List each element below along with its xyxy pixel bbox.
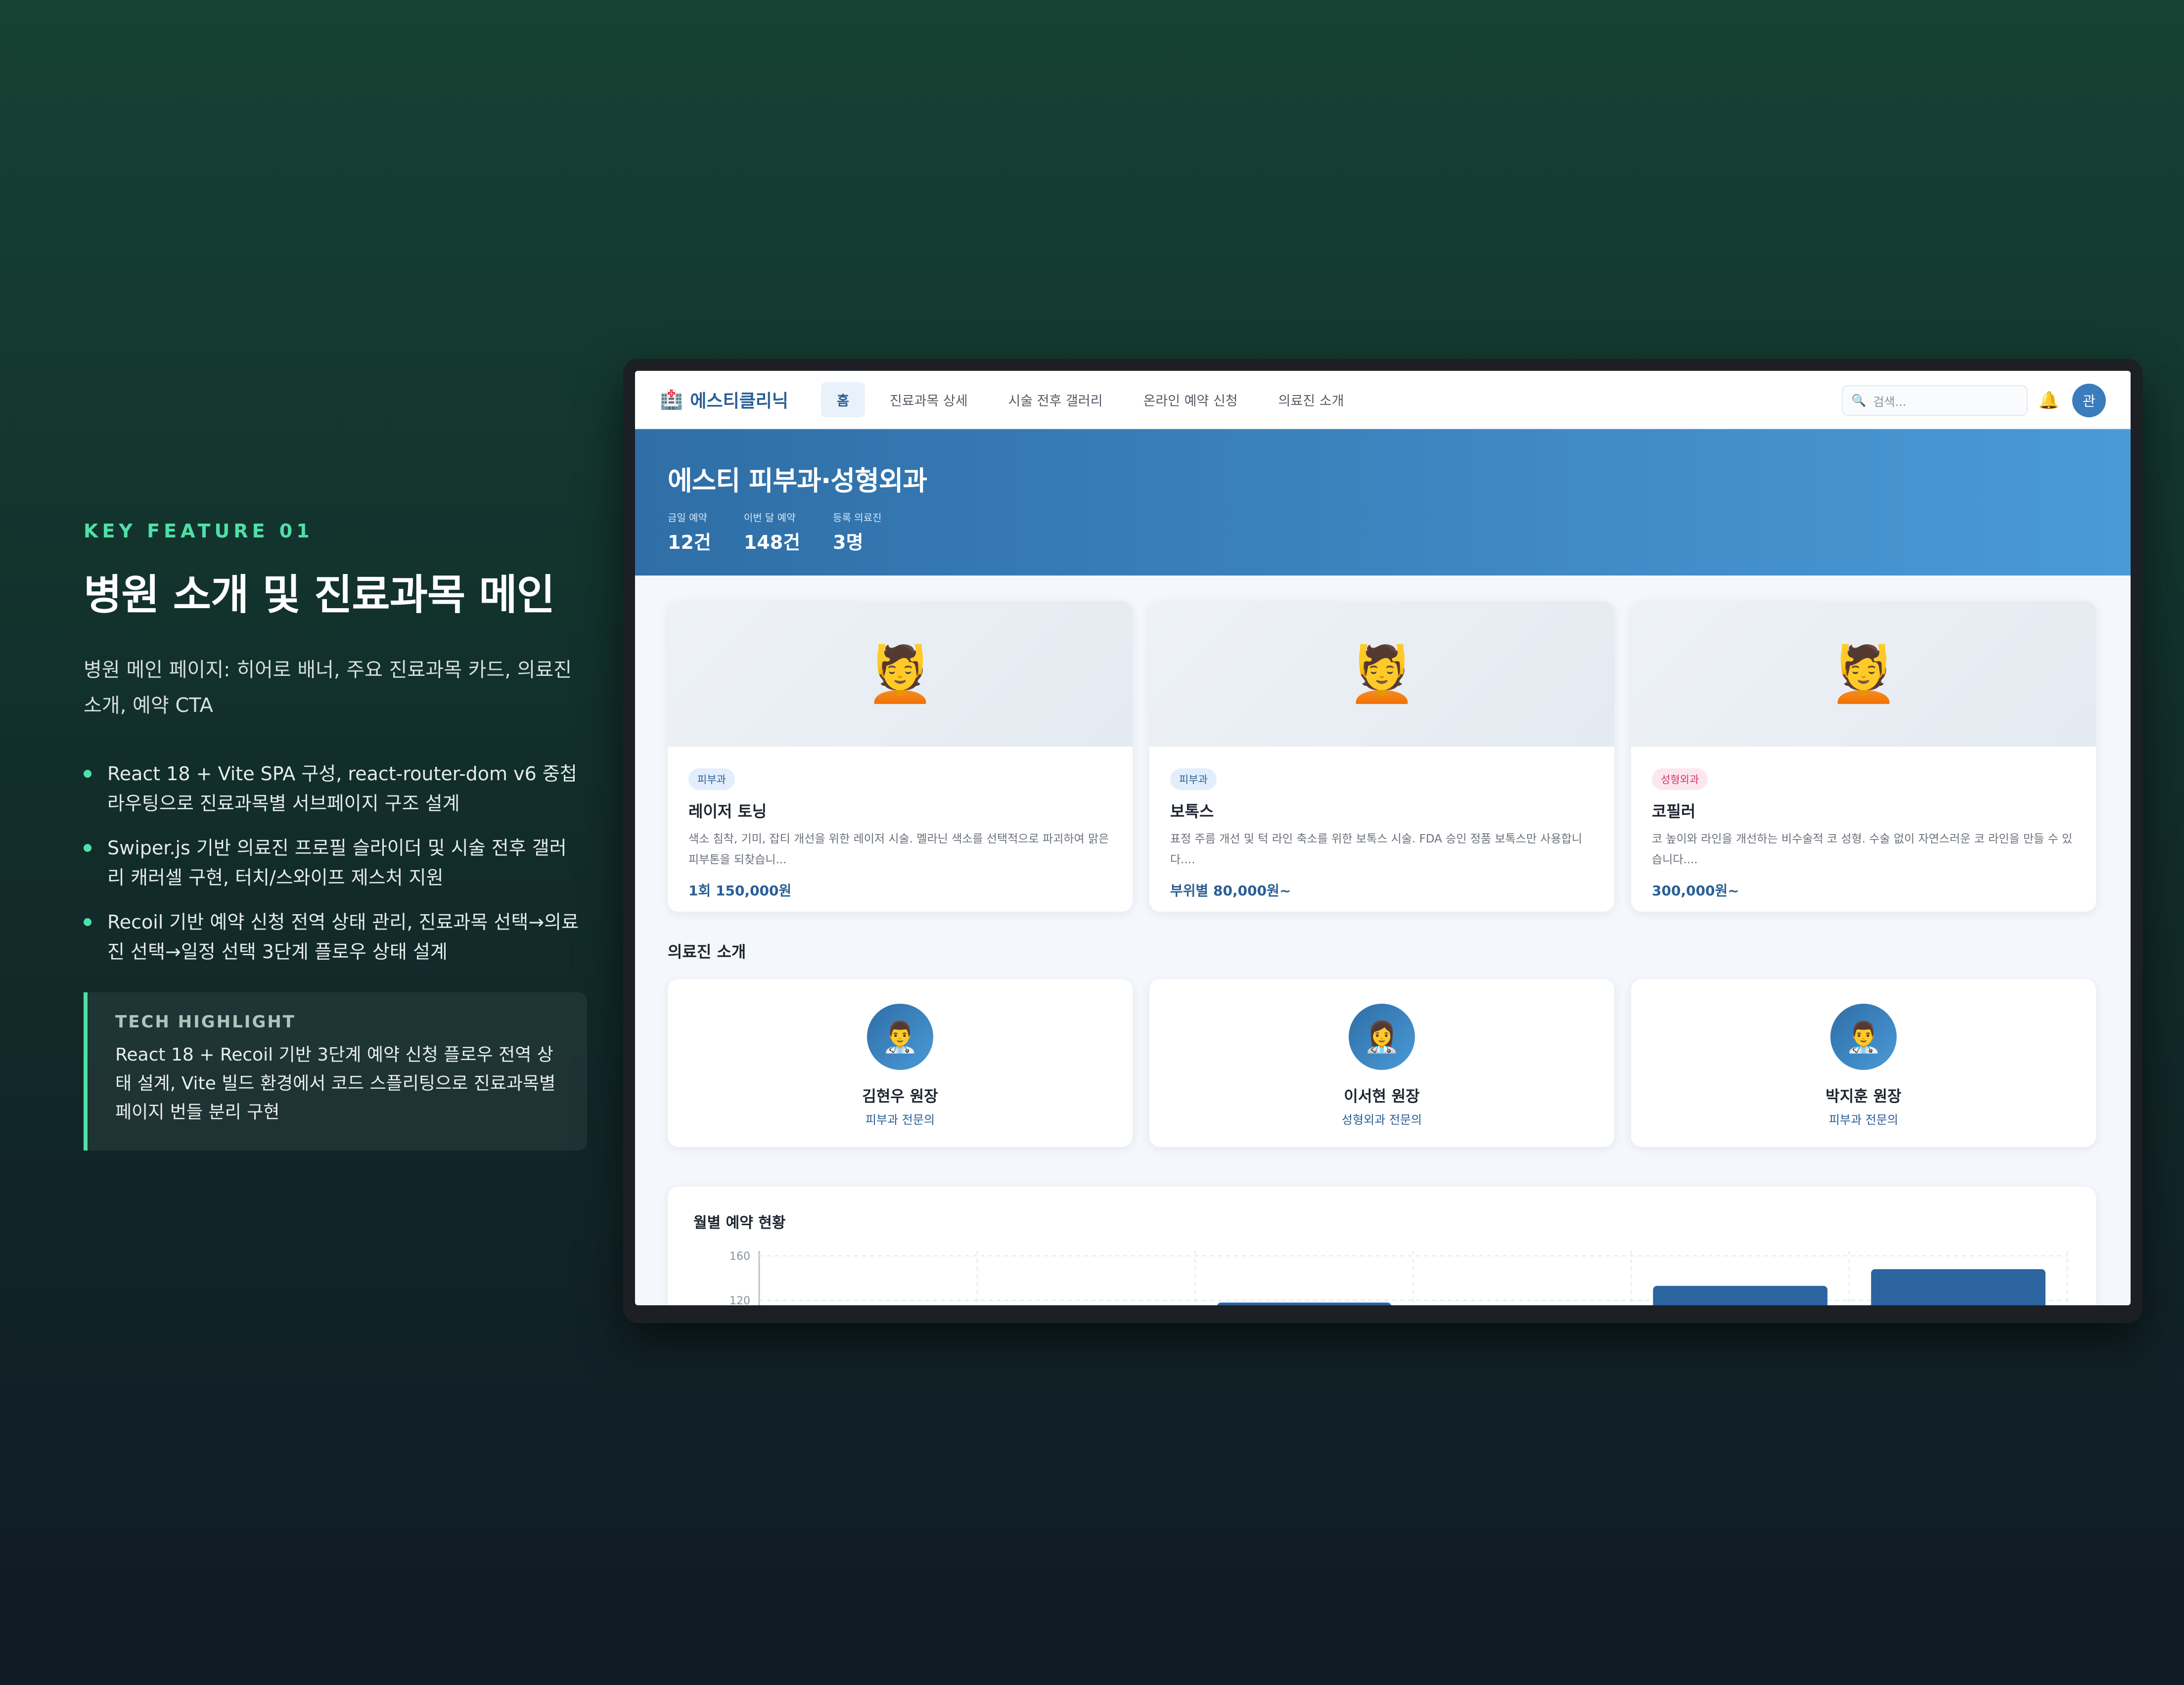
monthly-booking-chart: 월별 예약 현황 120 160 (668, 1187, 2096, 1305)
feature-kicker: KEY FEATURE 01 (84, 520, 314, 542)
bullet-dot-icon (84, 844, 91, 852)
doctor-role: 피부과 전문의 (865, 1113, 935, 1127)
stat-label: 이번 달 예약 (743, 512, 796, 524)
chart-bar (1217, 1302, 1392, 1305)
service-price: 1회 150,000원 (688, 883, 792, 899)
stat-today: 금일 예약 12건 (668, 510, 711, 554)
nav-actions: 🔍 검색... 🔔 관 (1841, 384, 2106, 417)
stat-value: 12건 (668, 532, 711, 553)
doctor-man-icon: 👨‍⚕️ (1830, 1004, 1897, 1070)
laptop-frame: 🏥 에스티클리닉 홈 진료과목 상세 시술 전후 갤러리 온라인 예약 신청 의… (623, 359, 2142, 1323)
card-body: 피부과 레이저 토닝 색소 침착, 기미, 잡티 개선을 위한 레이저 시술. … (668, 747, 1133, 900)
feature-bullet-list: React 18 + Vite SPA 구성, react-router-dom… (84, 759, 588, 967)
stat-month: 이번 달 예약 148건 (744, 510, 800, 554)
chart-bar (1871, 1269, 2046, 1305)
bell-icon[interactable]: 🔔 (2039, 391, 2059, 410)
doctor-man-icon: 👨‍⚕️ (867, 1004, 933, 1070)
y-tick-label: 120 (729, 1295, 750, 1305)
chart-bar (1653, 1286, 1828, 1305)
doctor-role: 성형외과 전문의 (1341, 1113, 1422, 1127)
search-input[interactable]: 🔍 검색... (1841, 385, 2028, 416)
feature-headline: 병원 소개 및 진료과목 메인 (84, 571, 555, 619)
menu-item-doctors[interactable]: 의료진 소개 (1263, 382, 1360, 417)
menu-item-booking[interactable]: 온라인 예약 신청 (1128, 382, 1254, 417)
service-title: 레이저 토닝 (688, 802, 767, 821)
service-price: 300,000원~ (1652, 883, 1739, 899)
face-massage-icon: 💆 (1149, 601, 1614, 747)
hero-banner: 에스티 피부과·성형외과 금일 예약 12건 이번 달 예약 148건 등록 의… (635, 429, 2131, 576)
tech-highlight-box: TECH HIGHLIGHT React 18 + Recoil 기반 3단계 … (84, 992, 587, 1151)
feature-bullet: Recoil 기반 예약 신청 전역 상태 관리, 진료과목 선택→의료진 선택… (84, 907, 583, 967)
service-price: 부위별 80,000원~ (1170, 883, 1291, 899)
feature-panel: KEY FEATURE 01 병원 소개 및 진료과목 메인 병원 메인 페이지… (84, 520, 588, 1151)
doctor-card-list: 👨‍⚕️ 김현우 원장 피부과 전문의 👩‍⚕️ 이서현 원장 성형외과 전문의… (635, 962, 2131, 1147)
brand-name: 에스티클리닉 (690, 391, 789, 411)
search-placeholder: 검색... (1873, 395, 1907, 409)
feature-bullet-text: Swiper.js 기반 의료진 프로필 슬라이더 및 시술 전후 갤러리 캐러… (107, 837, 567, 888)
feature-bullet: React 18 + Vite SPA 구성, react-router-dom… (84, 759, 583, 818)
department-tag: 성형외과 (1652, 768, 1708, 790)
stat-label: 금일 예약 (668, 512, 707, 524)
doctor-name: 이서현 원장 (1344, 1088, 1420, 1106)
face-massage-icon: 💆 (1631, 601, 2096, 747)
bullet-dot-icon (84, 918, 91, 926)
doctor-name: 김현우 원장 (862, 1088, 938, 1106)
tech-highlight-body: React 18 + Recoil 기반 3단계 예약 신청 플로우 전역 상태… (115, 1045, 556, 1122)
app-screen: 🏥 에스티클리닉 홈 진료과목 상세 시술 전후 갤러리 온라인 예약 신청 의… (635, 371, 2131, 1305)
menu-item-departments[interactable]: 진료과목 상세 (874, 382, 984, 417)
feature-bullet-text: Recoil 기반 예약 신청 전역 상태 관리, 진료과목 선택→의료진 선택… (107, 911, 579, 963)
hospital-icon: 🏥 (660, 388, 683, 410)
service-title: 보톡스 (1170, 802, 1214, 821)
service-card-nose-filler[interactable]: 💆 성형외과 코필러 코 높이와 라인을 개선하는 비수술적 코 성형. 수술 … (1631, 601, 2096, 912)
stat-label: 등록 의료진 (833, 512, 882, 524)
search-icon: 🔍 (1851, 394, 1866, 407)
doctor-card[interactable]: 👨‍⚕️ 김현우 원장 피부과 전문의 (668, 979, 1133, 1147)
stat-doctors: 등록 의료진 3명 (833, 510, 881, 554)
avatar[interactable]: 관 (2072, 384, 2106, 417)
service-card-botox[interactable]: 💆 피부과 보톡스 표정 주름 개선 및 턱 라인 축소를 위한 보톡스 시술.… (1149, 601, 1614, 912)
y-tick-label: 160 (729, 1250, 750, 1263)
chart-canvas: 120 160 (729, 1250, 2068, 1305)
top-navbar: 🏥 에스티클리닉 홈 진료과목 상세 시술 전후 갤러리 온라인 예약 신청 의… (635, 371, 2131, 429)
hero-title: 에스티 피부과·성형외과 (668, 465, 927, 496)
stat-value: 148건 (743, 532, 801, 553)
feature-lead: 병원 메인 페이지: 히어로 배너, 주요 진료과목 카드, 의료진 소개, 예… (84, 659, 572, 717)
service-card-list: 💆 피부과 레이저 토닝 색소 침착, 기미, 잡티 개선을 위한 레이저 시술… (635, 576, 2131, 912)
service-title: 코필러 (1652, 802, 1696, 821)
card-body: 성형외과 코필러 코 높이와 라인을 개선하는 비수술적 코 성형. 수술 없이… (1631, 747, 2096, 900)
menu-item-home[interactable]: 홈 (821, 382, 865, 417)
stat-value: 3명 (833, 532, 864, 553)
brand-logo[interactable]: 🏥 에스티클리닉 (660, 387, 788, 412)
hero-stats: 금일 예약 12건 이번 달 예약 148건 등록 의료진 3명 (668, 510, 2098, 554)
service-description: 색소 침착, 기미, 잡티 개선을 위한 레이저 시술. 멜라닌 색소를 선택적… (688, 833, 1109, 866)
department-tag: 피부과 (688, 768, 735, 790)
doctors-section-title: 의료진 소개 (668, 942, 746, 961)
card-body: 피부과 보톡스 표정 주름 개선 및 턱 라인 축소를 위한 보톡스 시술. F… (1149, 747, 1614, 900)
face-massage-icon: 💆 (668, 601, 1133, 747)
doctor-name: 박지훈 원장 (1825, 1088, 1902, 1106)
doctor-card[interactable]: 👩‍⚕️ 이서현 원장 성형외과 전문의 (1149, 979, 1614, 1147)
bullet-dot-icon (84, 770, 91, 778)
feature-bullet: Swiper.js 기반 의료진 프로필 슬라이더 및 시술 전후 갤러리 캐러… (84, 833, 583, 892)
service-description: 코 높이와 라인을 개선하는 비수술적 코 성형. 수술 없이 자연스러운 코 … (1652, 833, 2073, 866)
menu-item-gallery[interactable]: 시술 전후 갤러리 (993, 382, 1119, 417)
main-menu: 홈 진료과목 상세 시술 전후 갤러리 온라인 예약 신청 의료진 소개 (821, 382, 1368, 417)
doctor-role: 피부과 전문의 (1828, 1113, 1899, 1127)
doctor-card[interactable]: 👨‍⚕️ 박지훈 원장 피부과 전문의 (1631, 979, 2096, 1147)
service-description: 표정 주름 개선 및 턱 라인 축소를 위한 보톡스 시술. FDA 승인 정품… (1170, 833, 1583, 866)
department-tag: 피부과 (1170, 768, 1217, 790)
feature-bullet-text: React 18 + Vite SPA 구성, react-router-dom… (107, 763, 577, 814)
doctor-woman-icon: 👩‍⚕️ (1349, 1004, 1415, 1070)
service-card-laser[interactable]: 💆 피부과 레이저 토닝 색소 침착, 기미, 잡티 개선을 위한 레이저 시술… (668, 601, 1133, 912)
tech-highlight-title: TECH HIGHLIGHT (115, 1012, 296, 1032)
